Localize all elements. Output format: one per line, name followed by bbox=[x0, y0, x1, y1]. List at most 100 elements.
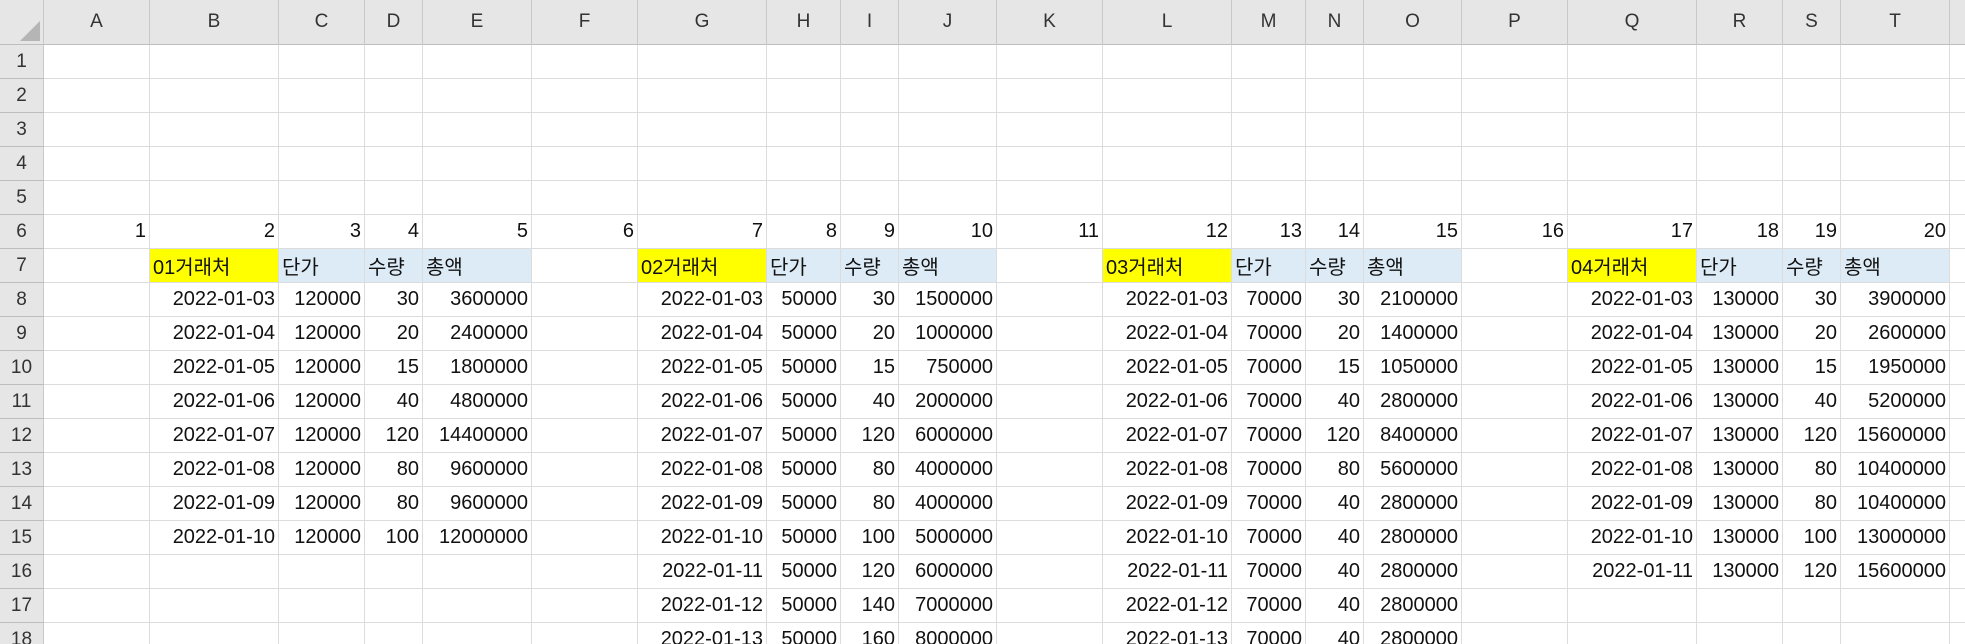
date-cell[interactable]: 2022-01-05 bbox=[150, 351, 279, 385]
unit-price-cell[interactable]: 120000 bbox=[279, 453, 365, 487]
empty-cell[interactable] bbox=[841, 181, 899, 215]
row-header[interactable]: 18 bbox=[0, 623, 44, 644]
total-cell[interactable]: 2800000 bbox=[1364, 589, 1462, 623]
row-header[interactable]: 6 bbox=[0, 215, 44, 249]
date-cell[interactable]: 2022-01-12 bbox=[638, 589, 767, 623]
unit-price-cell[interactable]: 130000 bbox=[1697, 521, 1783, 555]
empty-cell[interactable] bbox=[1783, 113, 1841, 147]
date-cell[interactable]: 2022-01-10 bbox=[1568, 521, 1697, 555]
date-cell[interactable]: 2022-01-10 bbox=[638, 521, 767, 555]
unit-price-cell[interactable]: 50000 bbox=[767, 351, 841, 385]
total-cell[interactable]: 2100000 bbox=[1364, 283, 1462, 317]
empty-cell[interactable] bbox=[44, 45, 150, 79]
total-cell[interactable]: 1000000 bbox=[899, 317, 997, 351]
empty-cell[interactable] bbox=[1568, 181, 1697, 215]
empty-cell[interactable] bbox=[44, 419, 150, 453]
empty-cell[interactable] bbox=[532, 419, 638, 453]
unit-price-cell[interactable]: 130000 bbox=[1697, 555, 1783, 589]
date-cell[interactable]: 2022-01-03 bbox=[1568, 283, 1697, 317]
empty-cell[interactable] bbox=[1841, 589, 1950, 623]
empty-cell[interactable] bbox=[365, 147, 423, 181]
column-header[interactable]: F bbox=[532, 0, 638, 45]
total-cell[interactable]: 8400000 bbox=[1364, 419, 1462, 453]
unit-price-cell[interactable]: 70000 bbox=[1232, 317, 1306, 351]
total-cell[interactable]: 3600000 bbox=[423, 283, 532, 317]
cell-index-number[interactable]: 1 bbox=[44, 215, 150, 249]
date-cell[interactable]: 2022-01-04 bbox=[1103, 317, 1232, 351]
unit-price-cell[interactable]: 120000 bbox=[279, 283, 365, 317]
empty-cell[interactable] bbox=[997, 555, 1103, 589]
total-cell[interactable]: 2000000 bbox=[899, 385, 997, 419]
total-cell[interactable]: 4000000 bbox=[899, 453, 997, 487]
empty-cell[interactable] bbox=[638, 147, 767, 181]
empty-cell[interactable] bbox=[423, 623, 532, 644]
quantity-cell[interactable]: 40 bbox=[1306, 623, 1364, 644]
unit-price-cell[interactable]: 70000 bbox=[1232, 385, 1306, 419]
empty-cell[interactable] bbox=[532, 147, 638, 181]
date-cell[interactable]: 2022-01-03 bbox=[1103, 283, 1232, 317]
empty-cell[interactable] bbox=[997, 79, 1103, 113]
date-cell[interactable]: 2022-01-09 bbox=[150, 487, 279, 521]
empty-cell[interactable] bbox=[1306, 45, 1364, 79]
quantity-cell[interactable]: 120 bbox=[841, 419, 899, 453]
date-cell[interactable]: 2022-01-08 bbox=[1568, 453, 1697, 487]
total-cell[interactable]: 2400000 bbox=[423, 317, 532, 351]
unit-price-cell[interactable]: 70000 bbox=[1232, 589, 1306, 623]
total-cell[interactable]: 12000000 bbox=[423, 521, 532, 555]
quantity-cell[interactable]: 80 bbox=[841, 487, 899, 521]
row-header[interactable]: 16 bbox=[0, 555, 44, 589]
empty-cell[interactable] bbox=[1841, 181, 1950, 215]
column-header[interactable]: E bbox=[423, 0, 532, 45]
total-cell[interactable]: 2800000 bbox=[1364, 487, 1462, 521]
unit-price-cell[interactable]: 50000 bbox=[767, 419, 841, 453]
empty-cell[interactable] bbox=[44, 453, 150, 487]
total-cell[interactable]: 2600000 bbox=[1841, 317, 1950, 351]
quantity-cell[interactable]: 160 bbox=[841, 623, 899, 644]
unit-price-cell[interactable]: 50000 bbox=[767, 283, 841, 317]
unit-price-cell[interactable]: 130000 bbox=[1697, 419, 1783, 453]
empty-cell[interactable] bbox=[1462, 249, 1568, 283]
empty-cell[interactable] bbox=[423, 45, 532, 79]
date-cell[interactable]: 2022-01-06 bbox=[150, 385, 279, 419]
empty-cell[interactable] bbox=[1462, 487, 1568, 521]
empty-cell[interactable] bbox=[1462, 79, 1568, 113]
total-cell[interactable]: 2800000 bbox=[1364, 521, 1462, 555]
row-header[interactable]: 4 bbox=[0, 147, 44, 181]
column-label-cell[interactable]: 총액 bbox=[1841, 249, 1950, 283]
column-header[interactable]: A bbox=[44, 0, 150, 45]
total-cell[interactable]: 1500000 bbox=[899, 283, 997, 317]
empty-cell[interactable] bbox=[279, 555, 365, 589]
empty-cell[interactable] bbox=[365, 79, 423, 113]
column-label-cell[interactable]: 단가 bbox=[1232, 249, 1306, 283]
total-cell[interactable]: 750000 bbox=[899, 351, 997, 385]
empty-cell[interactable] bbox=[1841, 623, 1950, 644]
empty-cell[interactable] bbox=[1462, 555, 1568, 589]
total-cell[interactable]: 6000000 bbox=[899, 419, 997, 453]
column-label-cell[interactable]: 수량 bbox=[1783, 249, 1841, 283]
quantity-cell[interactable]: 120 bbox=[841, 555, 899, 589]
row-header[interactable]: 10 bbox=[0, 351, 44, 385]
empty-cell[interactable] bbox=[767, 45, 841, 79]
date-cell[interactable]: 2022-01-07 bbox=[1568, 419, 1697, 453]
quantity-cell[interactable]: 80 bbox=[365, 487, 423, 521]
column-header[interactable]: P bbox=[1462, 0, 1568, 45]
unit-price-cell[interactable]: 50000 bbox=[767, 317, 841, 351]
row-header[interactable]: 9 bbox=[0, 317, 44, 351]
empty-cell[interactable] bbox=[1462, 45, 1568, 79]
quantity-cell[interactable]: 30 bbox=[365, 283, 423, 317]
unit-price-cell[interactable]: 50000 bbox=[767, 385, 841, 419]
date-cell[interactable]: 2022-01-05 bbox=[1568, 351, 1697, 385]
empty-cell[interactable] bbox=[365, 113, 423, 147]
total-cell[interactable]: 5200000 bbox=[1841, 385, 1950, 419]
total-cell[interactable]: 9600000 bbox=[423, 453, 532, 487]
empty-cell[interactable] bbox=[1232, 181, 1306, 215]
empty-cell[interactable] bbox=[899, 147, 997, 181]
empty-cell[interactable] bbox=[44, 623, 150, 644]
cell-index-number[interactable]: 10 bbox=[899, 215, 997, 249]
empty-cell[interactable] bbox=[1783, 147, 1841, 181]
row-header[interactable]: 13 bbox=[0, 453, 44, 487]
vendor-title-cell[interactable]: 01거래처 bbox=[150, 249, 279, 283]
empty-cell[interactable] bbox=[44, 487, 150, 521]
empty-cell[interactable] bbox=[279, 589, 365, 623]
date-cell[interactable]: 2022-01-07 bbox=[1103, 419, 1232, 453]
